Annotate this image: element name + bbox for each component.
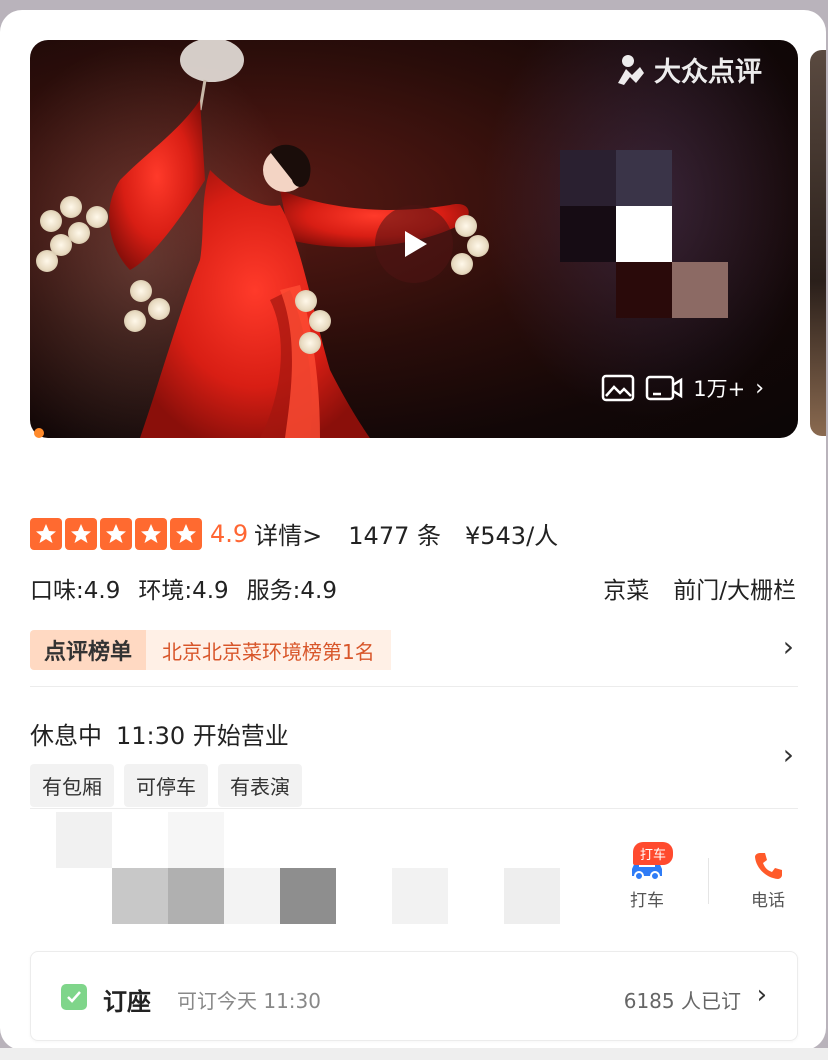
rating-score: 4.9 — [210, 519, 249, 548]
taxi-badge: 打车 — [633, 842, 674, 865]
image-icon — [601, 374, 635, 402]
category-tags: 京菜 前门/大栅栏 — [603, 571, 796, 605]
booking-availability: 可订今天 11:30 — [177, 989, 321, 1013]
star-icon — [65, 517, 97, 550]
star-icon — [135, 517, 167, 550]
service-score: 服务:4.9 — [246, 578, 337, 604]
star-icon — [170, 517, 202, 550]
chevron-right-icon: › — [755, 375, 764, 401]
check-icon — [61, 984, 87, 1010]
opening-hours: 11:30 开始营业 — [116, 722, 289, 750]
next-media-preview[interactable] — [810, 50, 826, 436]
taxi-action[interactable]: 打车 打车 — [607, 842, 687, 911]
brand-name: 大众点评 — [654, 57, 762, 88]
facility-tags: 有包厢 可停车 有表演 — [30, 764, 302, 807]
star-icon — [30, 517, 62, 550]
area-tag: 前门/大栅栏 — [673, 578, 796, 604]
media-count: 1万+ — [693, 377, 746, 401]
shop-card: 大众点评 1万+ › 4.9 详情> 1477 条 ¥543/人 口味:4.9 … — [0, 10, 826, 1050]
page-bottom — [0, 1048, 828, 1060]
rank-text: 北京北京菜环境榜第1名 — [146, 630, 391, 670]
cuisine-tag: 京菜 — [603, 578, 650, 604]
tag: 可停车 — [124, 764, 208, 807]
taxi-label: 打车 — [630, 891, 664, 911]
media-counter[interactable]: 1万+ › — [601, 373, 764, 403]
sub-scores: 口味:4.9 环境:4.9 服务:4.9 — [30, 571, 355, 605]
media-banner[interactable]: 大众点评 1万+ › — [30, 40, 798, 438]
booking-title: 订座 — [103, 988, 151, 1016]
environment-score: 环境:4.9 — [138, 578, 229, 604]
rank-badge: 点评榜单 — [30, 630, 147, 670]
avg-price: ¥543/人 — [465, 522, 559, 550]
chevron-right-icon[interactable]: › — [783, 630, 794, 663]
divider — [708, 858, 709, 904]
play-button[interactable] — [375, 205, 453, 283]
star-icon — [100, 517, 132, 550]
business-status[interactable]: 休息中 11:30 开始营业 — [30, 716, 289, 751]
carousel-indicator — [34, 428, 44, 438]
brand-watermark: 大众点评 — [614, 50, 762, 89]
rating-row[interactable]: 4.9 详情> 1477 条 ¥543/人 — [30, 516, 558, 551]
booking-box[interactable]: 订座 可订今天 11:30 6185 人已订 › — [30, 951, 798, 1041]
booking-count: 6185 人已订 — [623, 989, 741, 1013]
status-state: 休息中 — [30, 722, 102, 750]
rank-banner[interactable]: 点评榜单 北京北京菜环境榜第1名 — [30, 630, 391, 670]
chevron-right-icon[interactable]: › — [783, 738, 794, 771]
details-link[interactable]: 详情> — [254, 516, 322, 551]
tag: 有表演 — [218, 764, 302, 807]
phone-action[interactable]: 电话 — [728, 846, 808, 911]
play-icon — [405, 231, 427, 257]
divider — [30, 808, 798, 809]
video-icon — [645, 375, 683, 401]
phone-icon — [755, 853, 782, 879]
dianping-logo-icon — [618, 54, 644, 85]
divider — [30, 686, 798, 687]
chevron-right-icon: › — [756, 980, 767, 1010]
phone-label: 电话 — [751, 891, 785, 911]
star-rating — [30, 517, 202, 550]
review-count[interactable]: 1477 条 — [348, 516, 441, 551]
taste-score: 口味:4.9 — [30, 578, 121, 604]
tag: 有包厢 — [30, 764, 114, 807]
